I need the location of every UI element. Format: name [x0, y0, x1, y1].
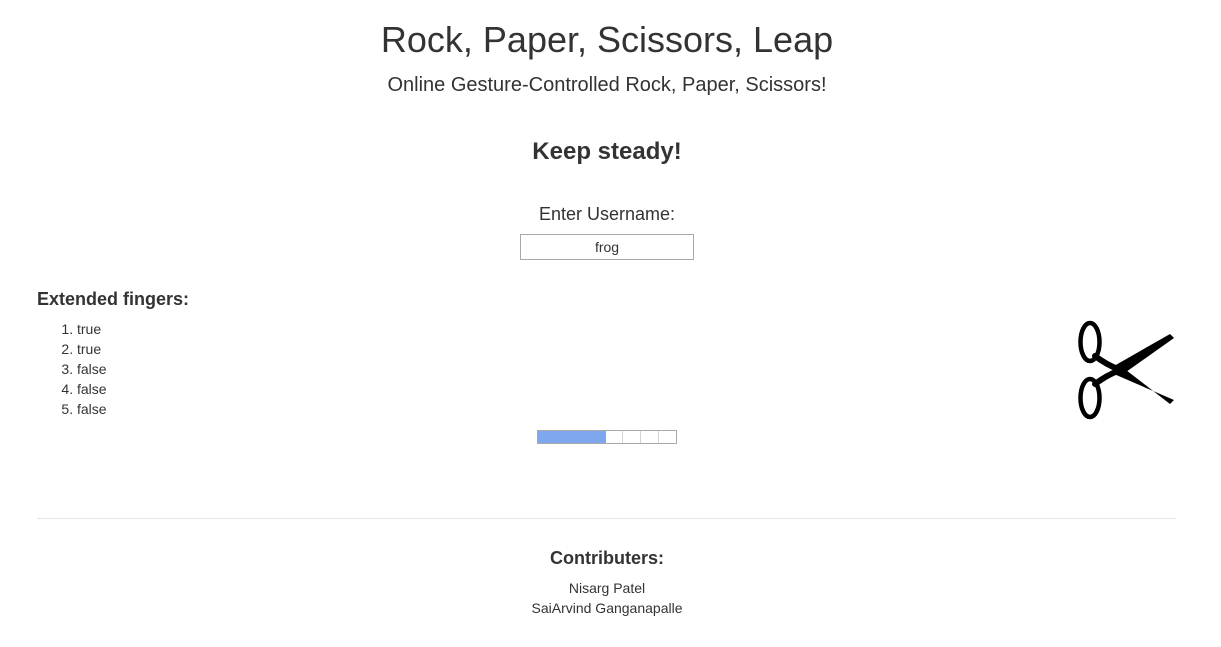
- page-title: Rock, Paper, Scissors, Leap: [380, 19, 834, 60]
- finger-4-state: false: [77, 379, 107, 399]
- extended-fingers-list: true true false false false: [37, 319, 107, 419]
- progress-bar: [537, 430, 677, 444]
- contributor-name: Nisarg Patel: [568, 580, 646, 596]
- extended-fingers-heading: Extended fingers:: [37, 289, 190, 309]
- contributors-heading: Contributers:: [550, 548, 664, 568]
- progress-segment: [571, 431, 589, 443]
- finger-2-state: true: [77, 339, 107, 359]
- finger-3-state: false: [77, 359, 107, 379]
- scissors-icon: [1076, 320, 1176, 420]
- footer-divider: [37, 518, 1176, 519]
- progress-segment: [606, 431, 624, 443]
- progress-segment: [538, 431, 555, 443]
- status-message: Keep steady!: [532, 138, 682, 165]
- finger-1-state: true: [77, 319, 107, 339]
- username-input[interactable]: [520, 234, 694, 260]
- progress-segment: [554, 431, 572, 443]
- finger-5-state: false: [77, 399, 107, 419]
- progress-segment: [641, 431, 660, 443]
- page-subtitle: Online Gesture-Controlled Rock, Paper, S…: [387, 74, 827, 96]
- progress-segment: [623, 431, 642, 443]
- progress-segment: [659, 431, 676, 443]
- progress-segment: [588, 431, 606, 443]
- contributor-name: SaiArvind Ganganapalle: [531, 600, 683, 616]
- username-label: Enter Username:: [538, 204, 676, 224]
